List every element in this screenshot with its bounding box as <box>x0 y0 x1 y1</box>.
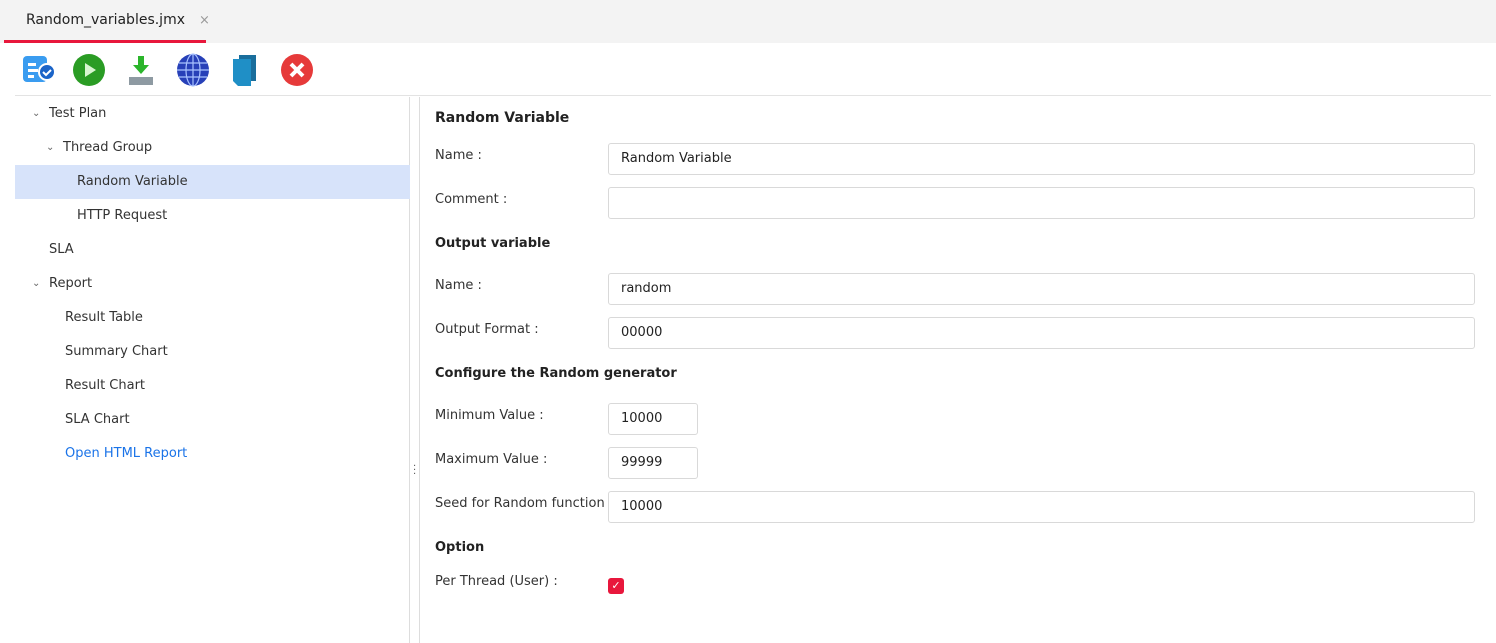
form-title: Random Variable <box>435 110 570 126</box>
tree-item-sla[interactable]: SLA <box>15 233 410 267</box>
drag-handle-icon[interactable]: · · · <box>413 462 416 480</box>
tree-item-thread-group[interactable]: ⌄ Thread Group <box>15 131 410 165</box>
maximum-value-label: Maximum Value : <box>435 452 548 467</box>
output-variable-heading: Output variable <box>435 236 551 251</box>
configure-generator-heading: Configure the Random generator <box>435 366 677 381</box>
minimum-value-input[interactable]: 10000 <box>608 403 698 435</box>
stop-icon[interactable] <box>280 53 314 87</box>
open-html-report-link[interactable]: Open HTML Report <box>15 437 410 471</box>
tree-item-random-variable[interactable]: Random Variable <box>15 165 410 199</box>
minimum-value-label: Minimum Value : <box>435 408 544 423</box>
download-icon[interactable] <box>124 53 158 87</box>
output-format-input[interactable]: 00000 <box>608 317 1475 349</box>
name-label: Name : <box>435 148 482 163</box>
output-format-label: Output Format : <box>435 322 539 337</box>
seed-input[interactable]: 10000 <box>608 491 1475 523</box>
list-check-icon[interactable] <box>21 53 55 87</box>
per-thread-label: Per Thread (User) : <box>435 574 558 589</box>
tab-random-variables[interactable]: Random_variables.jmx × <box>4 0 210 43</box>
test-plan-tree: ⌄ Test Plan ⌄ Thread Group Random Variable… <box>0 97 410 643</box>
toolbar <box>15 43 1491 96</box>
comment-input[interactable] <box>608 187 1475 219</box>
tree-item-test-plan[interactable]: ⌄ Test Plan <box>15 97 410 131</box>
tree-item-report[interactable]: ⌄ Report <box>15 267 410 301</box>
tree-item-result-chart[interactable]: Result Chart <box>15 369 410 403</box>
tree-item-summary-chart[interactable]: Summary Chart <box>15 335 410 369</box>
tree-item-result-table[interactable]: Result Table <box>15 301 410 335</box>
chevron-down-icon[interactable]: ⌄ <box>32 267 40 301</box>
panel-splitter[interactable] <box>410 97 420 643</box>
copy-icon[interactable] <box>228 53 262 87</box>
tab-title: Random_variables.jmx <box>26 12 185 28</box>
globe-icon[interactable] <box>176 53 210 87</box>
comment-label: Comment : <box>435 192 508 207</box>
tree-item-http-request[interactable]: HTTP Request <box>15 199 410 233</box>
tree-item-sla-chart[interactable]: SLA Chart <box>15 403 410 437</box>
chevron-down-icon[interactable]: ⌄ <box>32 97 40 131</box>
per-thread-checkbox[interactable]: ✓ <box>608 578 624 594</box>
chevron-down-icon[interactable]: ⌄ <box>46 131 54 165</box>
close-tab-icon[interactable]: × <box>199 13 210 28</box>
seed-label: Seed for Random function : <box>435 496 614 511</box>
maximum-value-input[interactable]: 99999 <box>608 447 698 479</box>
variable-name-label: Name : <box>435 278 482 293</box>
name-input[interactable]: Random Variable <box>608 143 1475 175</box>
option-heading: Option <box>435 540 485 555</box>
variable-name-input[interactable]: random <box>608 273 1475 305</box>
play-icon[interactable] <box>72 53 106 87</box>
tab-bar: Random_variables.jmx × <box>0 0 1496 43</box>
